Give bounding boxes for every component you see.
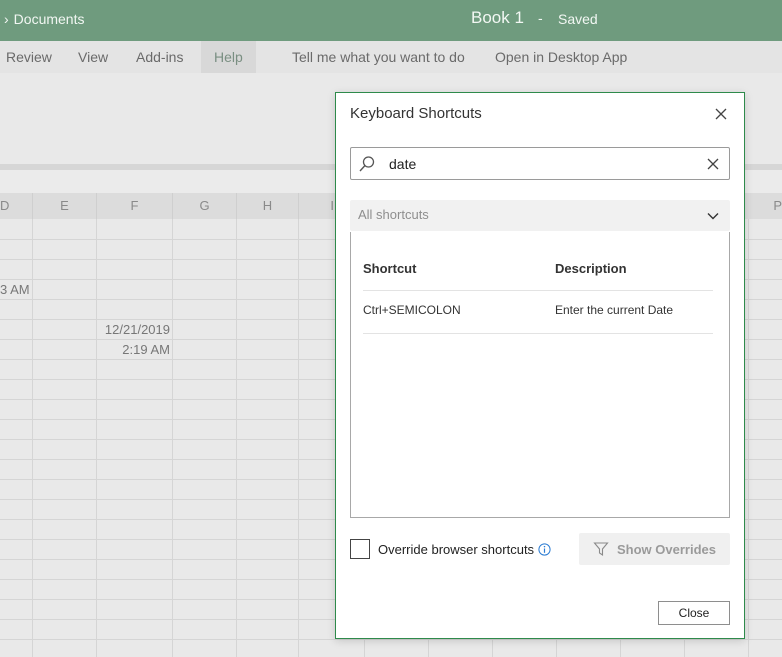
chevron-down-icon: [707, 213, 719, 220]
clear-search-icon[interactable]: [705, 156, 721, 172]
breadcrumb[interactable]: › Documents: [4, 11, 84, 27]
search-input[interactable]: [387, 153, 687, 175]
column-header-g[interactable]: G: [173, 193, 237, 219]
cell-d-time[interactable]: 3 AM: [0, 280, 30, 300]
column-header-f[interactable]: F: [97, 193, 173, 219]
show-overrides-label: Show Overrides: [617, 541, 716, 557]
grid-line: [298, 219, 299, 657]
column-header-d[interactable]: D: [0, 193, 33, 219]
close-button[interactable]: Close: [658, 601, 730, 625]
title-separator: -: [538, 10, 543, 26]
tab-add-ins[interactable]: Add-ins: [130, 41, 189, 73]
tab-help[interactable]: Help: [201, 41, 256, 73]
shortcut-keys: Ctrl+SEMICOLON: [363, 303, 461, 317]
keyboard-shortcuts-dialog: Keyboard Shortcuts All shortcuts Shortcu…: [335, 92, 745, 639]
cell-f-date[interactable]: 12/21/2019: [97, 320, 170, 340]
override-checkbox[interactable]: [350, 539, 370, 559]
column-header-h[interactable]: H: [237, 193, 299, 219]
filter-selected-value: All shortcuts: [358, 207, 429, 222]
close-icon[interactable]: [710, 103, 732, 125]
show-overrides-button[interactable]: Show Overrides: [579, 533, 730, 565]
info-icon[interactable]: [538, 542, 551, 556]
grid-line: [748, 219, 749, 657]
shortcut-description: Enter the current Date: [555, 303, 674, 317]
save-status: Saved: [558, 11, 598, 27]
column-header-e[interactable]: E: [33, 193, 97, 219]
filter-icon: [593, 542, 609, 557]
ribbon-tabs: Review View Add-ins Help Tell me what yo…: [0, 41, 782, 73]
grid-line: [96, 219, 97, 657]
override-label: Override browser shortcuts: [378, 541, 535, 557]
grid-line: [32, 219, 33, 657]
column-header-description: Description: [555, 261, 627, 276]
shortcut-filter-dropdown[interactable]: All shortcuts: [350, 200, 730, 231]
column-header-shortcut: Shortcut: [363, 261, 417, 276]
search-box: [350, 147, 730, 180]
grid-line: [0, 639, 782, 640]
document-title[interactable]: Book 1: [471, 8, 524, 28]
chevron-right-icon: ›: [4, 11, 9, 27]
tab-review[interactable]: Review: [0, 41, 58, 73]
tell-me-search[interactable]: Tell me what you want to do: [286, 41, 471, 73]
title-bar: › Documents Book 1 - Saved: [0, 0, 782, 41]
search-icon: [359, 156, 375, 172]
shortcuts-table: Shortcut Description Ctrl+SEMICOLON Ente…: [350, 232, 730, 518]
tab-view[interactable]: View: [72, 41, 114, 73]
override-browser-shortcuts: Override browser shortcuts: [350, 539, 551, 559]
open-in-desktop-app[interactable]: Open in Desktop App: [489, 41, 633, 73]
grid-line: [236, 219, 237, 657]
dialog-title: Keyboard Shortcuts: [350, 105, 482, 122]
cell-f-time[interactable]: 2:19 AM: [97, 340, 170, 360]
breadcrumb-documents[interactable]: Documents: [14, 11, 85, 27]
table-row[interactable]: Ctrl+SEMICOLON Enter the current Date: [363, 290, 713, 334]
column-header-p[interactable]: P: [745, 193, 782, 219]
grid-line: [172, 219, 173, 657]
